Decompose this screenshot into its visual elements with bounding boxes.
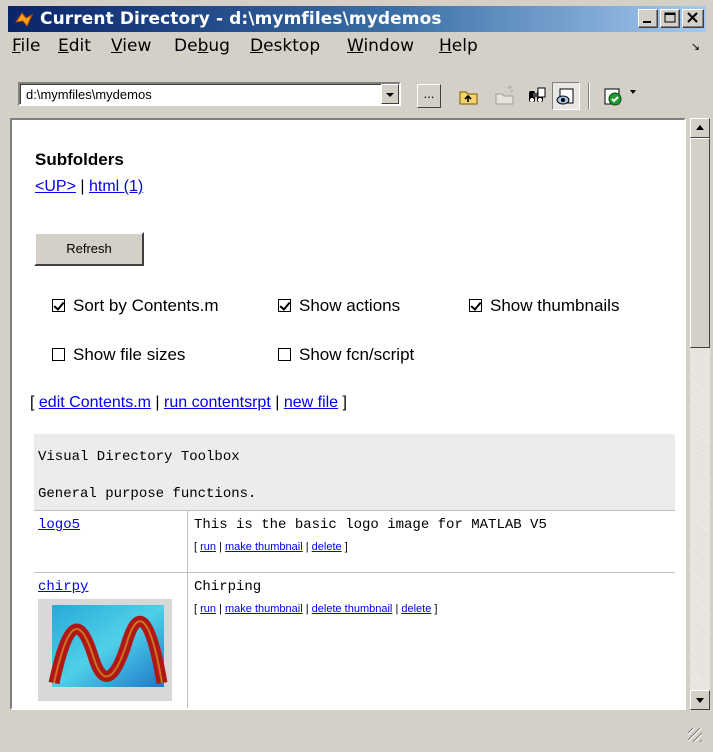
- checkbox-checked-icon[interactable]: [52, 299, 65, 312]
- subfolders-links: <UP> | html (1): [35, 178, 143, 196]
- minimize-icon: [643, 21, 651, 23]
- html-folder-link[interactable]: html (1): [89, 178, 143, 195]
- file-description: Chirping: [194, 579, 262, 595]
- check-run-icon[interactable]: [600, 82, 628, 110]
- menu-bar: File Edit View Debug Desktop Window Help…: [8, 34, 706, 58]
- chirpy-thumbnail[interactable]: [38, 599, 172, 701]
- window-title: Current Directory - d:\mymfiles\mydemos: [40, 9, 442, 29]
- scroll-thumb[interactable]: [690, 138, 710, 348]
- current-directory-window: Current Directory - d:\mymfiles\mydemos …: [0, 0, 713, 752]
- run-link[interactable]: run: [200, 603, 216, 615]
- chevron-down-icon[interactable]: [630, 90, 636, 94]
- title-bar[interactable]: Current Directory - d:\mymfiles\mydemos: [8, 6, 706, 32]
- show-fcn-script-checkbox[interactable]: Show fcn/script: [278, 345, 414, 365]
- file-actions-links: [ edit Contents.m | run contentsrpt | ne…: [30, 394, 347, 411]
- sort-by-contents-checkbox[interactable]: Sort by Contents.m: [52, 296, 219, 316]
- maximize-icon: [664, 12, 676, 23]
- menu-debug[interactable]: Debug: [174, 36, 230, 56]
- menu-edit[interactable]: Edit: [58, 36, 91, 56]
- make-thumbnail-link[interactable]: make thumbnail: [225, 603, 303, 615]
- up-link[interactable]: <UP>: [35, 178, 76, 195]
- refresh-button[interactable]: Refresh: [34, 232, 144, 266]
- menu-help[interactable]: Help: [439, 36, 478, 56]
- vertical-scrollbar[interactable]: [690, 118, 710, 710]
- checkbox-checked-icon[interactable]: [278, 299, 291, 312]
- separator: |: [80, 178, 85, 195]
- close-icon: [687, 12, 698, 23]
- row-actions: [ run | make thumbnail | delete ]: [194, 541, 348, 553]
- resize-grip-icon[interactable]: [688, 728, 702, 742]
- delete-thumbnail-link[interactable]: delete thumbnail: [312, 603, 393, 615]
- checkbox-unchecked-icon[interactable]: [52, 348, 65, 361]
- file-description: This is the basic logo image for MATLAB …: [194, 517, 547, 533]
- checkbox-checked-icon[interactable]: [469, 299, 482, 312]
- status-bar: [8, 712, 706, 746]
- table-row: logo5 This is the basic logo image for M…: [34, 510, 675, 572]
- menu-window[interactable]: Window: [347, 36, 414, 56]
- directory-report-pane: Subfolders <UP> | html (1) Refresh Sort …: [10, 118, 686, 710]
- file-link-logo5[interactable]: logo5: [38, 517, 80, 533]
- contents-header: Visual Directory Toolbox General purpose…: [34, 434, 675, 510]
- scroll-down-icon[interactable]: [690, 690, 710, 710]
- run-contentsrpt-link[interactable]: run contentsrpt: [164, 394, 271, 411]
- matlab-logo-icon: [14, 10, 34, 28]
- visual-directory-icon[interactable]: [552, 82, 580, 110]
- chevron-down-icon[interactable]: [381, 84, 399, 104]
- menu-view[interactable]: View: [111, 36, 151, 56]
- current-directory-combo[interactable]: d:\mymfiles\mydemos: [18, 82, 401, 106]
- run-link[interactable]: run: [200, 541, 216, 553]
- table-row: chirpy Chirping [run | make thumbnail |…: [34, 572, 675, 708]
- scroll-up-icon[interactable]: [690, 118, 710, 138]
- dock-arrow-icon[interactable]: ↘: [691, 40, 700, 53]
- toolbox-title: Visual Directory Toolbox: [38, 449, 240, 465]
- close-button[interactable]: [682, 9, 704, 28]
- file-link-chirpy[interactable]: chirpy: [38, 579, 88, 595]
- show-actions-checkbox[interactable]: Show actions: [278, 296, 400, 316]
- maximize-button[interactable]: [660, 9, 680, 28]
- show-thumbnails-checkbox[interactable]: Show thumbnails: [469, 296, 619, 316]
- new-folder-icon[interactable]: [490, 82, 518, 110]
- menu-file[interactable]: File: [12, 36, 40, 56]
- row-actions: [ run | make thumbnail | delete thumbnai…: [194, 603, 438, 615]
- minimize-button[interactable]: [638, 9, 658, 28]
- subfolders-heading: Subfolders: [35, 150, 124, 169]
- make-thumbnail-link[interactable]: make thumbnail: [225, 541, 303, 553]
- delete-link[interactable]: delete: [401, 603, 431, 615]
- refresh-label: Refresh: [66, 241, 112, 256]
- toolbar-separator: [588, 83, 590, 109]
- menu-desktop[interactable]: Desktop: [250, 36, 320, 56]
- toolbox-description: General purpose functions.: [38, 486, 257, 502]
- up-folder-icon[interactable]: [454, 82, 482, 110]
- find-icon[interactable]: [522, 82, 550, 110]
- browse-button[interactable]: ...: [417, 84, 441, 108]
- current-directory-value: d:\mymfiles\mydemos: [26, 87, 152, 102]
- edit-contents-link[interactable]: edit Contents.m: [39, 394, 151, 411]
- show-file-sizes-checkbox[interactable]: Show file sizes: [52, 345, 185, 365]
- browse-label: ...: [423, 86, 435, 101]
- new-file-link[interactable]: new file: [284, 394, 338, 411]
- checkbox-unchecked-icon[interactable]: [278, 348, 291, 361]
- delete-link[interactable]: delete: [312, 541, 342, 553]
- toolbar: d:\mymfiles\mydemos ...: [8, 58, 706, 110]
